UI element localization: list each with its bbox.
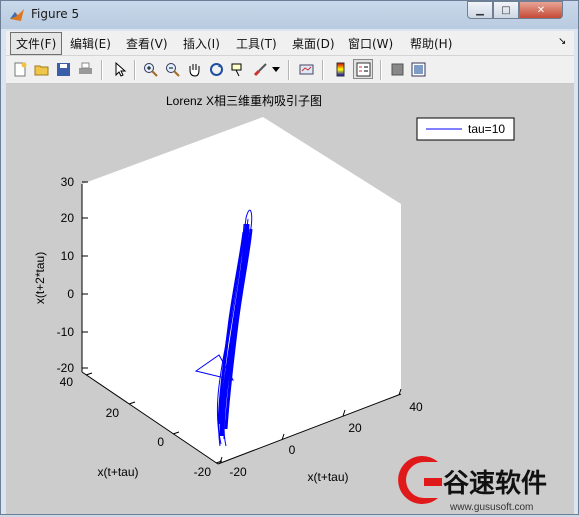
title-bar[interactable]: Figure 5 ▁ □ ✕ — [1, 1, 578, 29]
brush-dropdown-icon[interactable] — [271, 61, 281, 78]
link-plot-icon[interactable] — [298, 61, 315, 78]
close-button[interactable]: ✕ — [519, 1, 563, 19]
watermark-brand: 谷速软件 — [443, 468, 547, 498]
legend-entry: tau=10 — [468, 122, 505, 136]
zoom-out-icon[interactable] — [164, 61, 181, 78]
z-tick-label: -20 — [57, 361, 75, 375]
menu-help[interactable]: 帮助(H) — [410, 35, 452, 52]
plot-title: Lorenz X相三维重构吸引子图 — [166, 93, 322, 108]
print-icon[interactable] — [77, 61, 94, 78]
minimize-button[interactable]: ▁ — [467, 1, 493, 19]
watermark-url: www.gususoft.com — [449, 502, 533, 513]
legend[interactable]: tau=10 — [416, 117, 515, 141]
y-tick-label: 20 — [106, 406, 120, 420]
x-tick-label: 0 — [289, 443, 296, 457]
pan-hand-icon[interactable] — [186, 61, 203, 78]
menu-bar: 文件(F) 编辑(E) 查看(V) 插入(I) 工具(T) 桌面(D) 窗口(W… — [6, 31, 574, 56]
save-icon[interactable] — [55, 61, 72, 78]
show-plot-tools-icon[interactable] — [410, 61, 427, 78]
menu-view[interactable]: 查看(V) — [126, 35, 168, 52]
toolbar-separator — [101, 60, 103, 80]
brush-icon[interactable] — [252, 61, 269, 78]
zoom-in-icon[interactable] — [142, 61, 159, 78]
new-figure-icon[interactable] — [12, 61, 29, 78]
menu-edit[interactable]: 编辑(E) — [70, 35, 111, 52]
maximize-button[interactable]: □ — [493, 1, 519, 19]
z-tick-label: 20 — [61, 211, 75, 225]
data-cursor-icon[interactable] — [230, 61, 247, 78]
select-arrow-icon[interactable] — [111, 61, 128, 78]
toolbar-separator — [134, 60, 136, 80]
open-file-icon[interactable] — [33, 61, 50, 78]
x-tick-label: -20 — [229, 465, 247, 479]
hide-plot-tools-icon[interactable] — [389, 61, 406, 78]
menu-file[interactable]: 文件(F) — [10, 32, 63, 55]
window-title: Figure 5 — [31, 7, 80, 21]
y-tick-label: 40 — [60, 375, 74, 389]
z-axis-label: x(t+2*tau) — [33, 252, 47, 304]
x-tick-label: 20 — [348, 421, 362, 435]
x-tick-label: 40 — [409, 400, 423, 414]
x-axis-label: x(t+tau) — [307, 470, 348, 484]
z-tick-label: 10 — [61, 249, 75, 263]
z-tick-label: 0 — [67, 287, 74, 301]
rotate-3d-icon[interactable] — [208, 61, 225, 78]
z-tick-label: 30 — [61, 175, 75, 189]
toolbar-separator — [322, 60, 324, 80]
menubar-dock-icon[interactable]: ↘ — [558, 36, 566, 47]
menu-insert[interactable]: 插入(I) — [183, 35, 220, 52]
toolbar-separator — [380, 60, 382, 80]
menu-tools[interactable]: 工具(T) — [236, 35, 277, 52]
plot-3d[interactable]: 30 20 10 0 -10 -20 40 20 0 -20 -20 0 20 … — [6, 84, 574, 514]
toolbar-separator — [288, 60, 290, 80]
colorbar-icon[interactable] — [332, 61, 349, 78]
figure-toolbar — [6, 56, 574, 84]
y-tick-label: -20 — [194, 465, 212, 479]
y-tick-label: 0 — [157, 435, 164, 449]
menu-window[interactable]: 窗口(W) — [348, 35, 393, 52]
z-tick-label: -10 — [57, 325, 75, 339]
menu-desktop[interactable]: 桌面(D) — [292, 35, 335, 52]
figure-canvas: 30 20 10 0 -10 -20 40 20 0 -20 -20 0 20 … — [6, 84, 574, 514]
matlab-icon — [10, 9, 24, 21]
y-axis-label: x(t+tau) — [97, 465, 138, 479]
legend-icon[interactable] — [353, 59, 373, 79]
figure-window: Figure 5 ▁ □ ✕ 文件(F) 编辑(E) 查看(V) 插入(I) 工… — [0, 0, 579, 515]
watermark: 谷速软件 www.gususoft.com — [398, 456, 547, 513]
